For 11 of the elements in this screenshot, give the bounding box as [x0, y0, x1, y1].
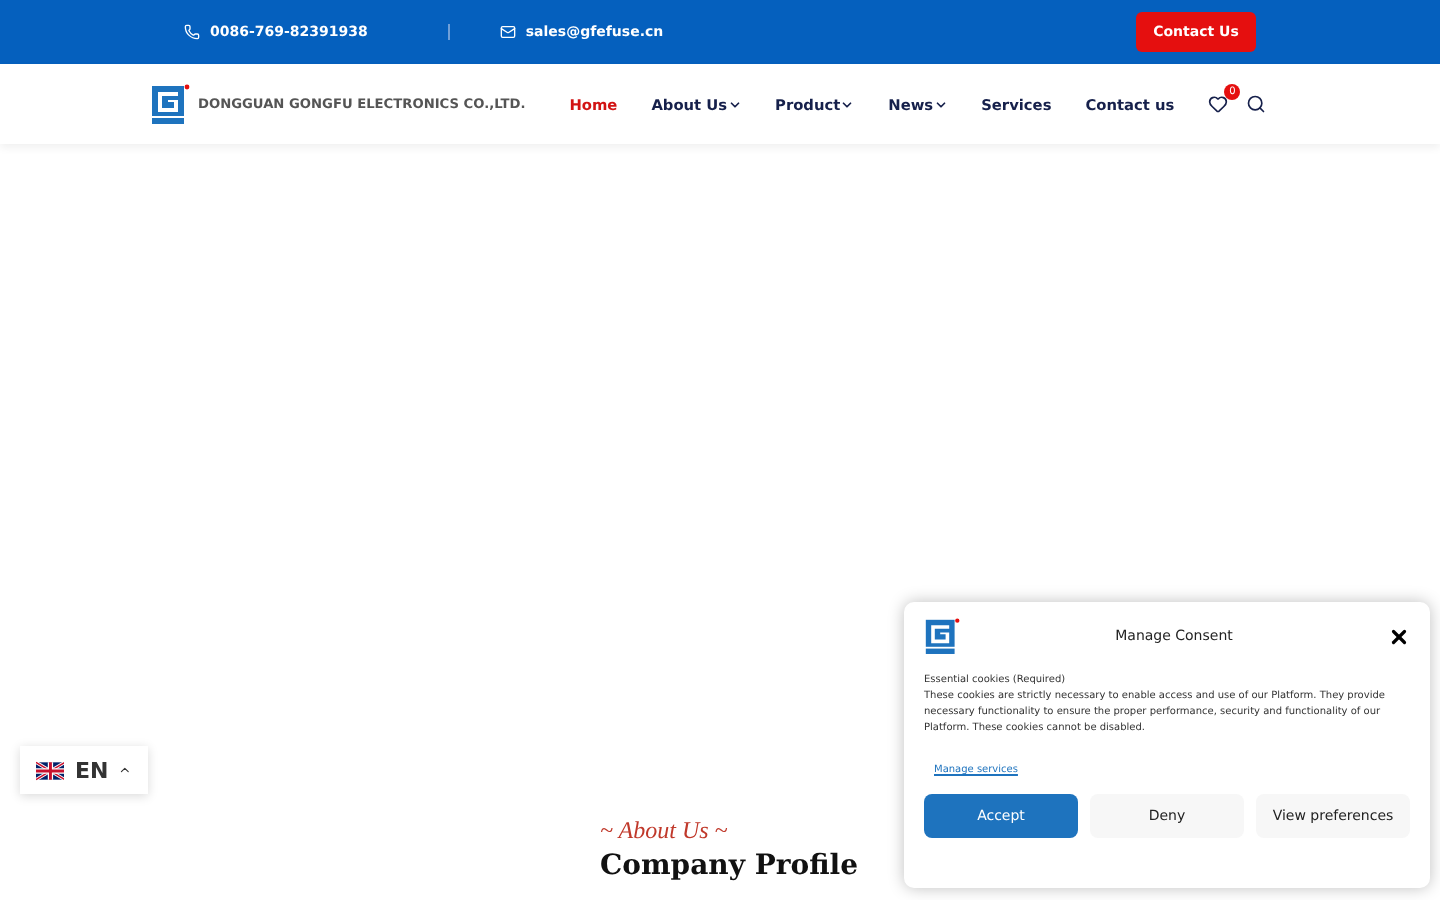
phone-icon: [184, 24, 200, 40]
logo-icon: [150, 83, 190, 125]
logo-icon: [924, 618, 960, 656]
language-switcher[interactable]: EN: [20, 746, 148, 794]
caret-icon: [118, 762, 132, 778]
close-icon[interactable]: [1388, 625, 1410, 648]
mail-icon: [499, 24, 516, 40]
flag-icon: [36, 759, 65, 781]
section-heading: Company Profile: [600, 850, 860, 884]
heart-icon[interactable]: [1208, 94, 1229, 114]
search-icon[interactable]: [1246, 94, 1267, 114]
